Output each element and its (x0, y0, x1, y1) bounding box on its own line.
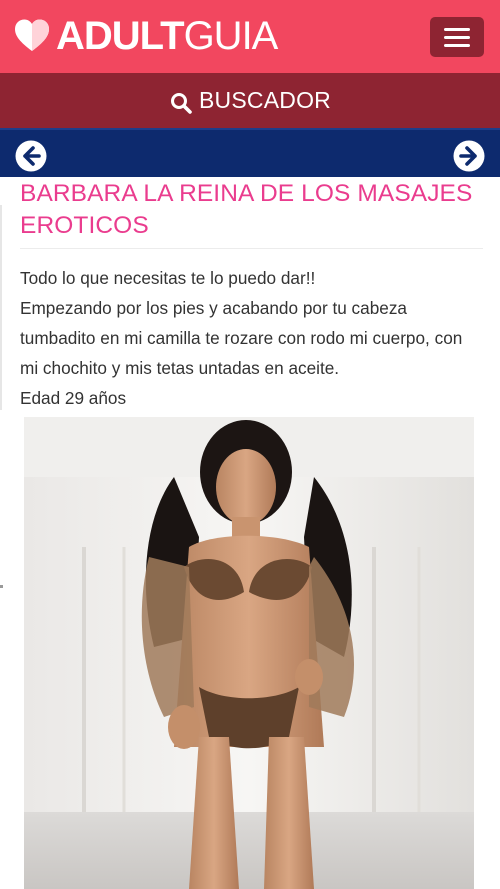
heart-logo-icon (15, 19, 49, 51)
description-line: Empezando por los pies y acabando por tu… (20, 298, 463, 378)
logo-light-text: GUIA (183, 14, 279, 58)
logo-wordmark: ADULTGUIA (56, 14, 279, 58)
menu-toggle-button[interactable] (430, 17, 484, 57)
side-dot (0, 585, 3, 588)
age-line: Edad 29 años (20, 388, 127, 408)
listing-description: Todo lo que necesitas te lo puedo dar!! … (20, 263, 483, 413)
search-label: BUSCADOR (199, 87, 331, 113)
search-icon (171, 92, 192, 114)
listing-photo-image (24, 417, 474, 889)
hamburger-menu-icon (444, 27, 470, 47)
arrow-left-icon[interactable] (15, 140, 47, 172)
listing-nav-bar (0, 128, 500, 177)
side-divider (0, 205, 2, 410)
top-header: ADULTGUIA (0, 0, 500, 73)
logo-bold-text: ADULT (56, 14, 185, 58)
arrow-right-icon[interactable] (453, 140, 485, 172)
listing-title: BARBARA LA REINA DE LOS MASAJES EROTICOS (20, 178, 483, 249)
search-bar-button[interactable]: BUSCADOR (0, 73, 500, 128)
listing-content: BARBARA LA REINA DE LOS MASAJES EROTICOS… (20, 178, 483, 413)
site-logo[interactable]: ADULTGUIA (14, 14, 279, 58)
listing-photo[interactable] (24, 417, 474, 889)
description-line: Todo lo que necesitas te lo puedo dar!! (20, 268, 316, 288)
